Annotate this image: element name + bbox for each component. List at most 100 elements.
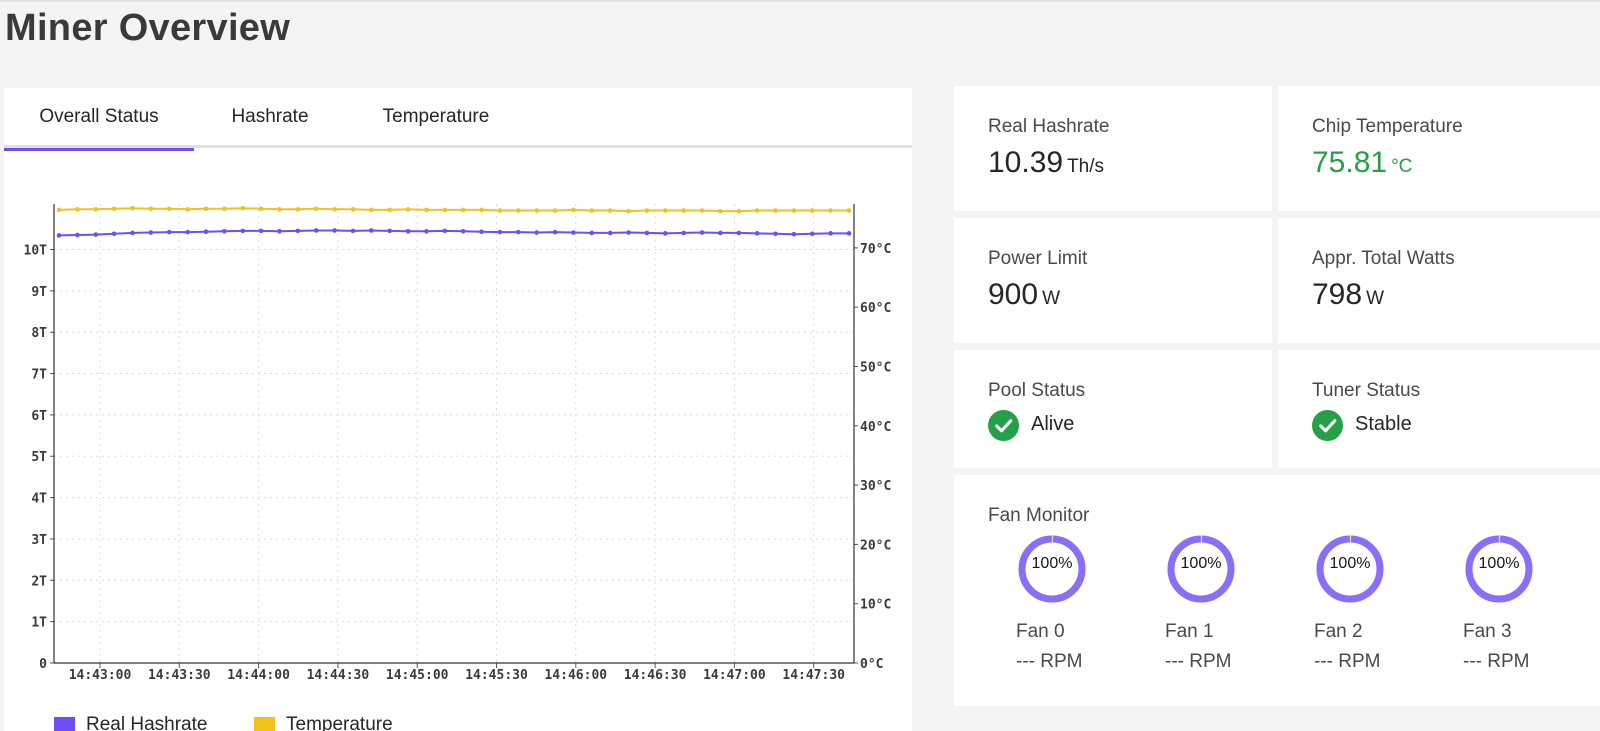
data-point-temperature [497, 208, 503, 213]
data-point-real-hashrate [828, 231, 833, 236]
y-right-tick-label: 70°C [860, 242, 891, 257]
data-point-real-hashrate [809, 231, 815, 237]
data-point-temperature [166, 206, 172, 212]
data-point-temperature [185, 207, 190, 212]
data-point-real-hashrate [607, 230, 613, 236]
y-left-tick-label: 2T [31, 574, 47, 589]
data-point-real-hashrate [460, 228, 466, 234]
data-point-real-hashrate [313, 228, 319, 233]
card-label: Chip Temperature [1312, 116, 1463, 137]
data-point-temperature [405, 207, 411, 212]
data-point-temperature [571, 207, 576, 213]
x-tick-label: 14:44:00 [227, 668, 290, 683]
data-point-temperature [699, 208, 705, 213]
card-fan-monitor: Fan Monitor 100% Fan 0 --- RPM 100% Fan 1 ---… [954, 475, 1600, 706]
fan-percent: 100% [1478, 555, 1520, 572]
data-point-temperature [681, 208, 686, 213]
fan-name: Fan 1 [1165, 621, 1214, 642]
data-point-real-hashrate [442, 228, 448, 234]
data-point-real-hashrate [662, 231, 668, 236]
data-point-real-hashrate [350, 228, 356, 234]
data-point-real-hashrate [699, 230, 705, 235]
data-point-temperature [754, 208, 760, 213]
data-point-real-hashrate [644, 230, 650, 236]
data-point-temperature [607, 208, 613, 213]
data-point-real-hashrate [240, 228, 246, 234]
data-point-temperature [148, 206, 154, 212]
data-point-temperature [552, 208, 558, 213]
y-left-tick-label: 7T [31, 368, 47, 383]
data-point-temperature [387, 207, 392, 213]
data-point-real-hashrate [148, 230, 154, 235]
card-tuner-status: Tuner Status Stable [1278, 350, 1600, 468]
data-point-real-hashrate [589, 230, 595, 236]
fan-rpm: --- RPM [1165, 651, 1232, 672]
fan-percent: 100% [1329, 555, 1371, 572]
data-point-real-hashrate [681, 230, 686, 236]
y-left-tick-label: 6T [31, 409, 47, 424]
power-limit-value: 900 W [988, 278, 1060, 311]
data-point-temperature [442, 207, 448, 213]
data-point-temperature [295, 207, 301, 212]
fan-item: 100% Fan 2 --- RPM [1314, 535, 1436, 695]
data-point-real-hashrate [846, 231, 852, 236]
data-point-temperature [460, 207, 466, 213]
data-point-temperature [93, 207, 99, 212]
x-tick-label: 14:47:30 [782, 668, 845, 683]
y-right-tick-label: 30°C [860, 479, 891, 494]
data-point-temperature [644, 208, 650, 213]
data-point-real-hashrate [332, 228, 337, 233]
card-label: Real Hashrate [988, 116, 1110, 137]
y-right-tick-label: 40°C [860, 420, 891, 435]
data-point-real-hashrate [424, 228, 429, 234]
data-point-temperature [589, 208, 595, 213]
card-label: Power Limit [988, 248, 1088, 269]
data-point-real-hashrate [93, 232, 99, 237]
data-point-temperature [516, 208, 521, 213]
fan-rpm: --- RPM [1463, 651, 1530, 672]
pool-status-value: Alive [1031, 413, 1075, 435]
card-label: Tuner Status [1312, 380, 1421, 401]
fan-rpm: --- RPM [1016, 651, 1083, 672]
data-point-temperature [791, 208, 797, 213]
data-point-real-hashrate [497, 229, 503, 235]
legend-swatch-temperature [254, 717, 275, 731]
check-circle-icon [988, 410, 1019, 441]
x-tick-label: 14:43:00 [69, 668, 132, 683]
card-real-hashrate: Real Hashrate 10.39 Th/s [954, 86, 1272, 211]
data-point-real-hashrate [626, 230, 631, 235]
data-point-temperature [626, 208, 631, 214]
data-point-real-hashrate [111, 231, 117, 237]
card-power-limit: Power Limit 900 W [954, 218, 1272, 343]
data-point-temperature [111, 206, 117, 212]
check-circle-icon [1312, 410, 1343, 441]
data-point-temperature [258, 206, 264, 212]
data-point-temperature [277, 207, 282, 212]
fan-percent: 100% [1031, 555, 1073, 572]
data-point-temperature [424, 207, 429, 213]
data-point-real-hashrate [130, 230, 135, 236]
fan-name: Fan 2 [1314, 621, 1363, 642]
card-label: Pool Status [988, 380, 1086, 401]
data-point-temperature [222, 206, 227, 212]
data-point-real-hashrate [534, 230, 539, 235]
total-watts-value: 798 W [1312, 278, 1384, 311]
x-tick-label: 14:45:30 [465, 668, 528, 683]
y-left-tick-label: 4T [31, 492, 47, 507]
data-point-real-hashrate [773, 231, 778, 237]
legend-label: Real Hashrate [86, 714, 208, 731]
data-point-temperature [332, 207, 337, 212]
x-tick-label: 14:46:00 [544, 668, 607, 683]
fan-item: 100% Fan 3 --- RPM [1463, 535, 1585, 695]
y-right-tick-label: 60°C [860, 301, 891, 316]
y-right-tick-label: 0°C [860, 657, 883, 672]
real-hashrate-value: 10.39 Th/s [988, 146, 1105, 179]
x-tick-label: 14:44:30 [307, 668, 370, 683]
fan-name: Fan 0 [1016, 621, 1065, 642]
data-point-real-hashrate [718, 230, 723, 236]
data-point-real-hashrate [258, 228, 264, 234]
fan-item: 100% Fan 1 --- RPM [1165, 535, 1287, 695]
fan-rpm: --- RPM [1314, 651, 1381, 672]
y-left-tick-label: 9T [31, 285, 47, 300]
fan-monitor-title: Fan Monitor [988, 505, 1090, 526]
